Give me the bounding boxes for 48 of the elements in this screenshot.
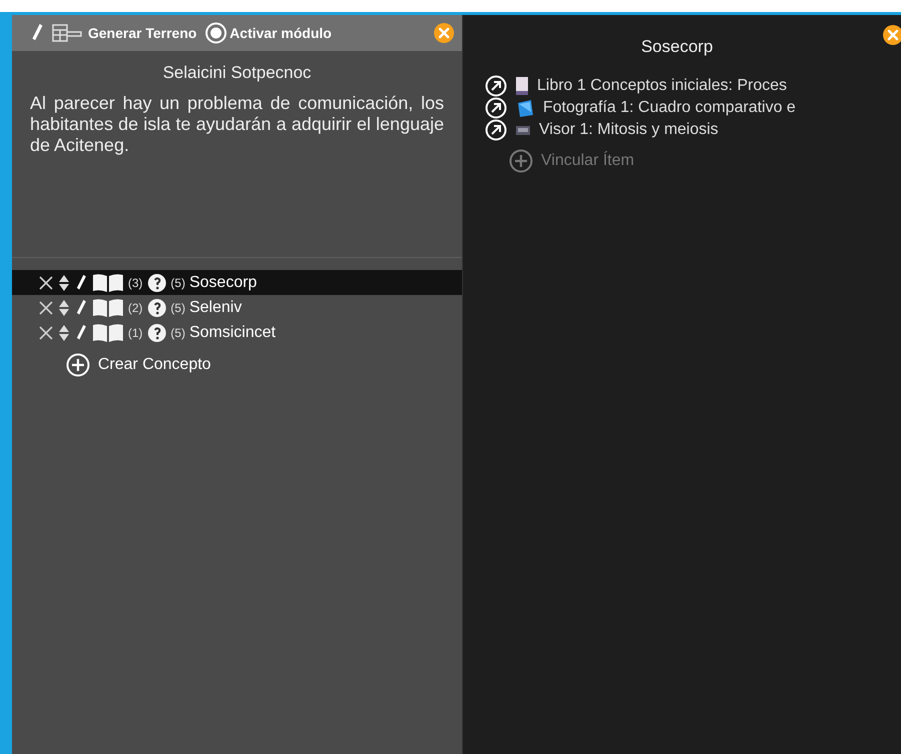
- concept-name: Sosecorp: [189, 274, 257, 292]
- linked-item-label[interactable]: Fotografía 1: Cuadro comparativo e: [543, 99, 796, 117]
- radio-icon: [204, 22, 227, 44]
- create-concept-button[interactable]: Crear Concepto: [66, 353, 462, 377]
- document-icon: [515, 76, 529, 96]
- image-icon: [515, 98, 535, 118]
- concept-row[interactable]: (2) (5) Seleniv: [12, 295, 462, 320]
- pencil-icon[interactable]: [74, 274, 88, 292]
- video-icon: [515, 123, 531, 137]
- close-icon[interactable]: [883, 25, 901, 45]
- question-count: (5): [170, 300, 186, 314]
- pencil-icon[interactable]: [74, 298, 88, 316]
- delete-icon[interactable]: [38, 324, 54, 340]
- link-item-button[interactable]: Vincular Ítem: [509, 149, 634, 173]
- add-icon: [509, 149, 533, 173]
- generate-terrain-button[interactable]: Generar Terreno: [52, 24, 197, 42]
- item-count: (3): [128, 276, 143, 290]
- linked-item-label[interactable]: Libro 1 Conceptos iniciales: Proces: [537, 77, 787, 95]
- concept-row[interactable]: (1) (5) Somsicincet: [12, 320, 462, 345]
- concept-row[interactable]: (3) (5) Sosecorp: [12, 270, 462, 295]
- module-description: Al parecer hay un problema de comunicación, los habitantes de isla te ayudarán a adquirir el lenguaje de Aciteneg.: [30, 93, 444, 156]
- linked-item-label[interactable]: Visor 1: Mitosis y meiosis: [539, 121, 718, 139]
- terrain-grid-icon: [52, 24, 82, 42]
- question-icon[interactable]: [146, 322, 167, 342]
- question-count: (5): [170, 276, 186, 290]
- open-link-icon[interactable]: [485, 119, 507, 141]
- question-icon[interactable]: [146, 298, 167, 318]
- panel-title: Sosecorp: [640, 37, 714, 57]
- book-icon[interactable]: [92, 272, 124, 292]
- reorder-icon[interactable]: [58, 298, 70, 316]
- concept-name: Seleniv: [189, 298, 242, 316]
- delete-icon[interactable]: [38, 300, 54, 316]
- open-link-icon[interactable]: [485, 97, 507, 119]
- delete-icon[interactable]: [38, 274, 54, 290]
- item-count: (2): [128, 300, 143, 314]
- open-link-icon[interactable]: [485, 75, 507, 97]
- pencil-icon[interactable]: [74, 324, 88, 342]
- book-icon[interactable]: [92, 298, 124, 318]
- reorder-icon[interactable]: [58, 324, 70, 342]
- book-icon[interactable]: [92, 322, 124, 342]
- activate-module-radio[interactable]: Activar módulo: [204, 22, 332, 44]
- item-count: (1): [128, 326, 143, 340]
- question-icon[interactable]: [146, 272, 167, 292]
- add-icon: [66, 353, 90, 377]
- reorder-icon[interactable]: [58, 274, 70, 292]
- module-title: Selaicini Sotpecnoc: [162, 63, 312, 83]
- concept-name: Somsicincet: [189, 324, 276, 342]
- question-count: (5): [170, 326, 186, 340]
